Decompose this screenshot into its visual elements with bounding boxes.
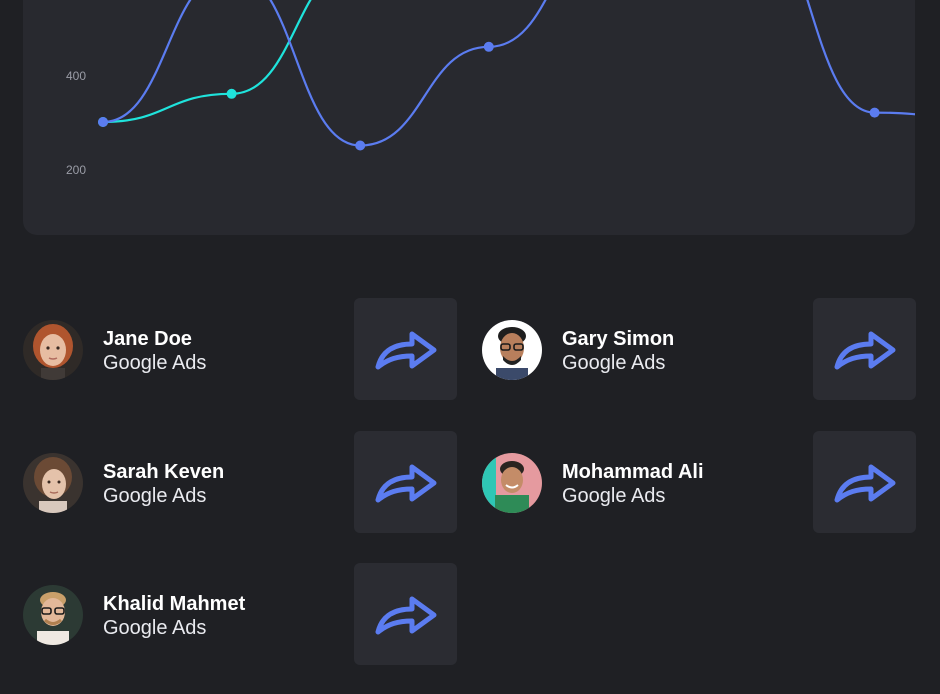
share-arrow-icon bbox=[375, 596, 436, 635]
share-button[interactable] bbox=[813, 431, 916, 533]
list-item: Sarah Keven Google Ads bbox=[23, 431, 457, 533]
woman-redhead-avatar bbox=[23, 320, 83, 380]
share-button[interactable] bbox=[354, 563, 457, 665]
person-source: Google Ads bbox=[103, 617, 207, 639]
share-button[interactable] bbox=[354, 298, 457, 400]
y-tick-label-200: 200 bbox=[66, 163, 86, 177]
line-chart: 400 200 bbox=[66, 0, 915, 177]
list-item: Jane Doe Google Ads bbox=[23, 298, 457, 400]
man-blond-glasses-avatar bbox=[23, 585, 83, 645]
list-item: Gary Simon Google Ads bbox=[482, 298, 916, 400]
share-button[interactable] bbox=[354, 431, 457, 533]
person-source: Google Ads bbox=[562, 352, 666, 374]
person-source: Google Ads bbox=[103, 352, 207, 374]
avatar bbox=[482, 320, 542, 380]
person-name: Jane Doe bbox=[103, 328, 192, 350]
person-name: Sarah Keven bbox=[103, 461, 225, 483]
share-arrow-icon bbox=[375, 464, 436, 503]
person-name: Mohammad Ali bbox=[562, 461, 704, 483]
series-1-point[interactable] bbox=[355, 140, 366, 151]
avatar bbox=[23, 585, 83, 645]
avatar bbox=[482, 453, 542, 513]
line-chart-card: 400 200 bbox=[23, 0, 915, 235]
person-name: Gary Simon bbox=[562, 328, 675, 350]
avatar bbox=[23, 453, 83, 513]
series-line-1 bbox=[102, 0, 915, 147]
y-tick-label-400: 400 bbox=[66, 69, 86, 83]
list-item: Mohammad Ali Google Ads bbox=[482, 431, 916, 533]
avatar bbox=[23, 320, 83, 380]
person-source: Google Ads bbox=[562, 485, 666, 507]
share-arrow-icon bbox=[375, 331, 436, 370]
woman-portrait-avatar bbox=[23, 453, 83, 513]
man-glasses-avatar bbox=[482, 320, 542, 380]
series-1-point[interactable] bbox=[98, 117, 108, 127]
share-arrow-icon bbox=[834, 331, 895, 370]
man-smiling-avatar bbox=[482, 453, 542, 513]
person-name: Khalid Mahmet bbox=[103, 593, 246, 615]
series-2-point[interactable] bbox=[226, 88, 237, 99]
share-arrow-icon bbox=[834, 464, 895, 503]
series-1-point[interactable] bbox=[483, 41, 494, 52]
series-1-point[interactable] bbox=[869, 107, 880, 118]
person-source: Google Ads bbox=[103, 485, 207, 507]
series-line-2 bbox=[102, 0, 312, 124]
list-item: Khalid Mahmet Google Ads bbox=[23, 563, 457, 665]
share-button[interactable] bbox=[813, 298, 916, 400]
